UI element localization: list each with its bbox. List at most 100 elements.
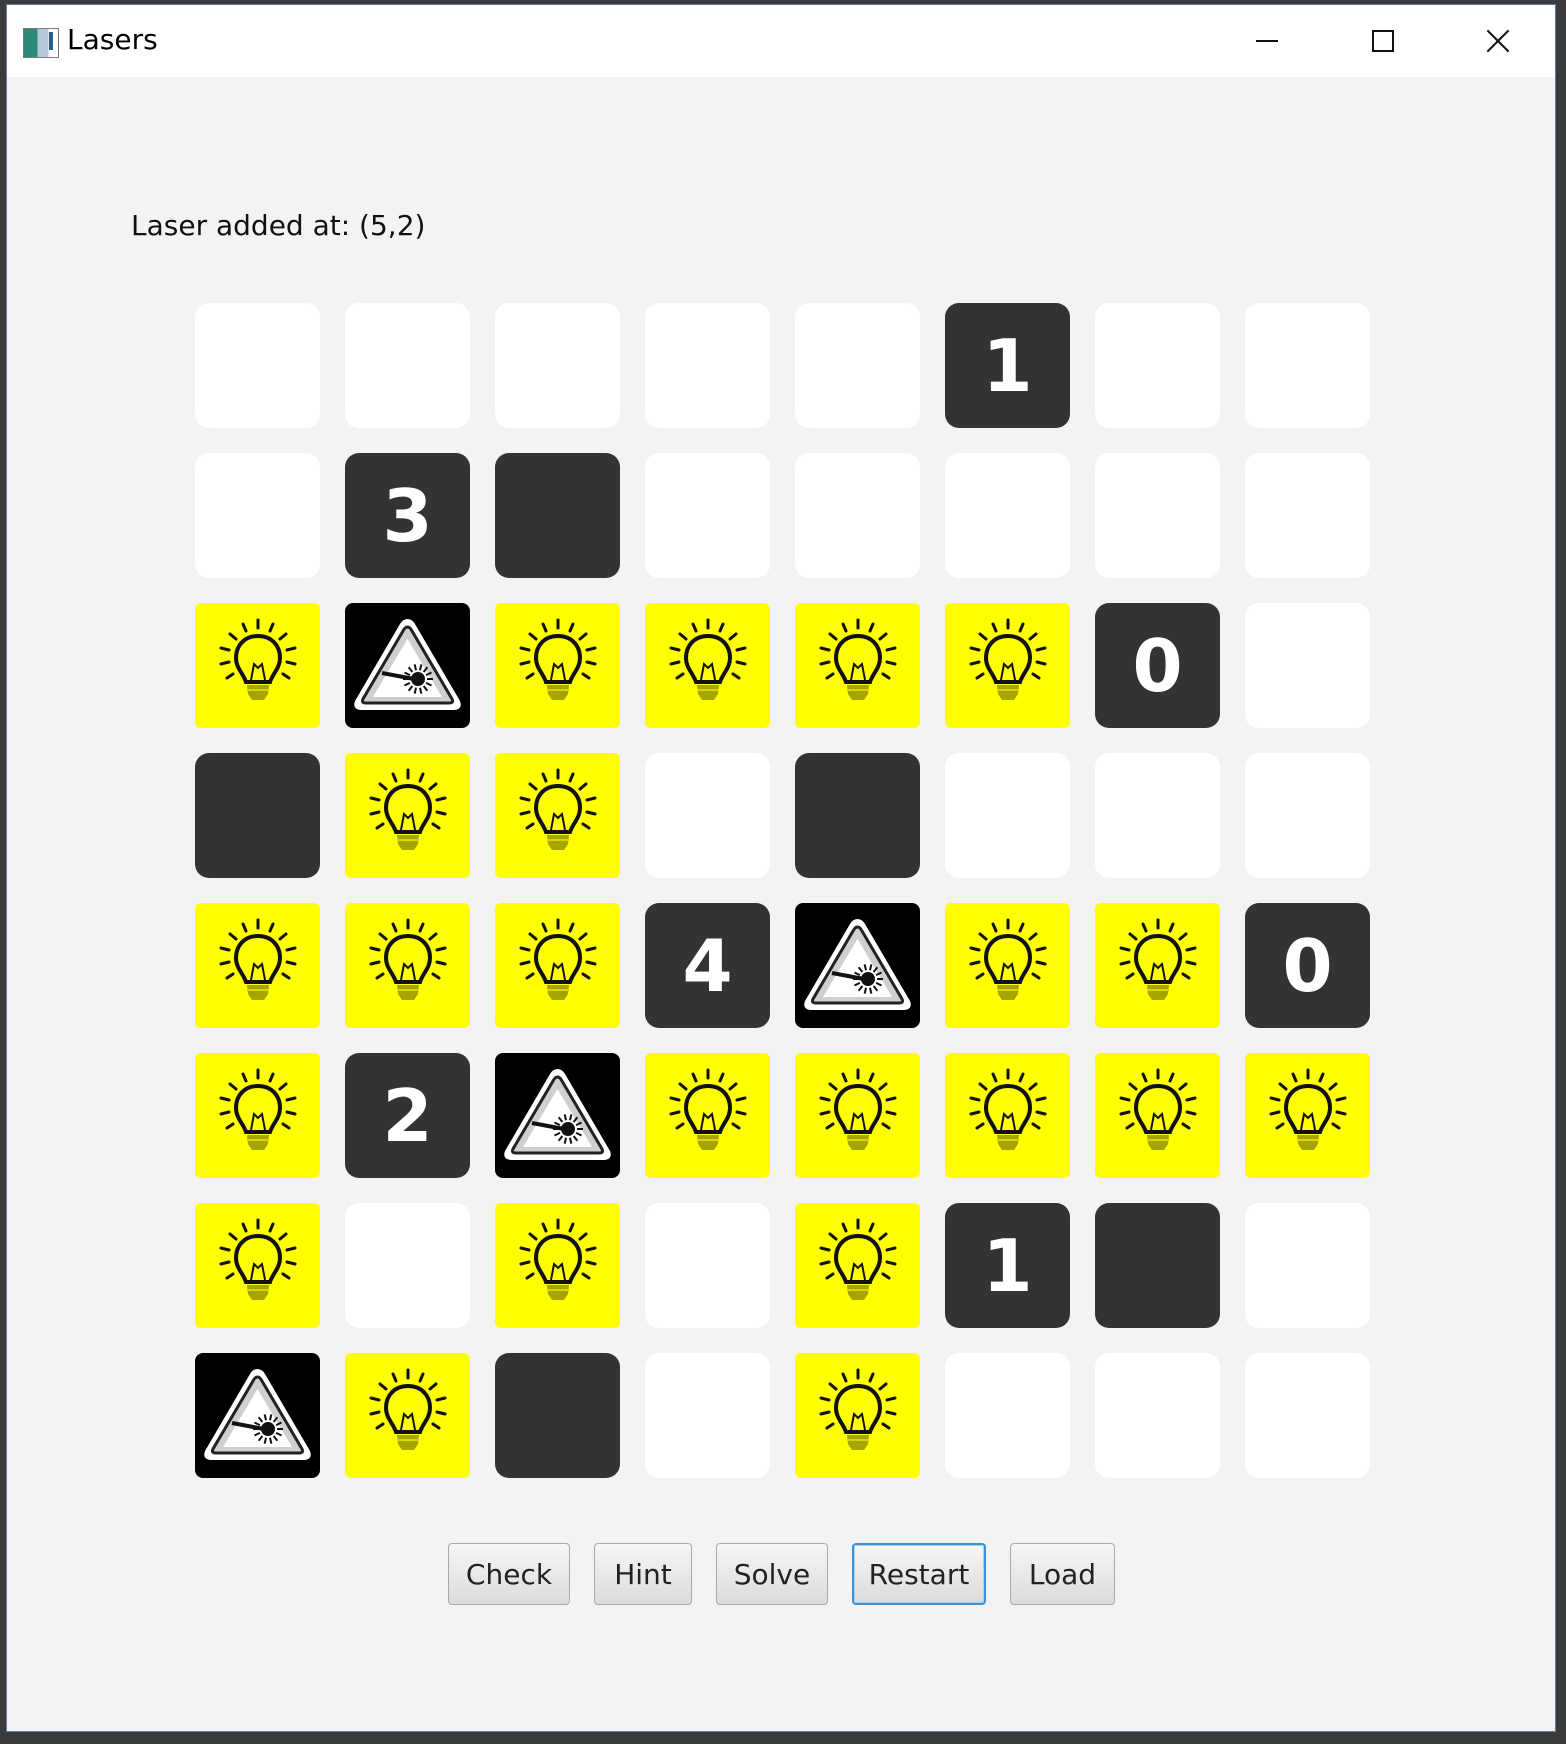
board-cell-beam[interactable] (945, 903, 1070, 1028)
board-cell-beam[interactable] (345, 903, 470, 1028)
board-cell-laser[interactable] (195, 1353, 320, 1478)
lightbulb-beam-icon (819, 1368, 896, 1450)
board-cell-empty[interactable] (645, 1353, 770, 1478)
board-cell-beam[interactable] (495, 753, 620, 878)
board-cell-empty[interactable] (345, 303, 470, 428)
laser-warning-icon (204, 1369, 311, 1460)
board-cell-empty[interactable] (1245, 303, 1370, 428)
board-cell-empty[interactable] (195, 453, 320, 578)
lightbulb-beam-icon (369, 1368, 446, 1450)
board-cell-pillar-numbered[interactable]: 1 (945, 1203, 1070, 1328)
board-cell-beam[interactable] (795, 1353, 920, 1478)
board-cell-empty[interactable] (795, 303, 920, 428)
lightbulb-beam-icon (519, 618, 596, 700)
board-cell-beam[interactable] (495, 1203, 620, 1328)
board-cell-beam[interactable] (645, 1053, 770, 1178)
title-bar[interactable]: Lasers (7, 5, 1555, 77)
board-cell-beam[interactable] (195, 1203, 320, 1328)
lightbulb-beam-icon (819, 618, 896, 700)
board-cell-laser[interactable] (495, 1053, 620, 1178)
board-cell-empty[interactable] (1245, 753, 1370, 878)
board-cell-beam[interactable] (945, 1053, 1070, 1178)
board-cell-beam[interactable] (195, 903, 320, 1028)
board-cell-beam[interactable] (345, 1353, 470, 1478)
board-cell-empty[interactable] (1245, 603, 1370, 728)
board-cell-empty[interactable] (1095, 453, 1220, 578)
board-cell-empty[interactable] (945, 753, 1070, 878)
board-cell-pillar[interactable] (795, 753, 920, 878)
board-cell-beam[interactable] (345, 753, 470, 878)
board-cell-beam[interactable] (495, 903, 620, 1028)
board-cell-empty[interactable] (1095, 303, 1220, 428)
status-message: Laser added at: (5,2) (131, 209, 426, 242)
laser-board: 1 3 0 4 0 2 1 (195, 303, 1370, 1478)
board-cell-pillar-numbered[interactable]: 3 (345, 453, 470, 578)
board-cell-empty[interactable] (945, 1353, 1070, 1478)
board-cell-empty[interactable] (345, 1203, 470, 1328)
board-cell-empty[interactable] (645, 1203, 770, 1328)
pillar-number: 1 (982, 323, 1033, 408)
board-cell-empty[interactable] (1095, 753, 1220, 878)
lightbulb-beam-icon (669, 618, 746, 700)
close-button[interactable] (1443, 5, 1553, 77)
board-cell-beam[interactable] (645, 603, 770, 728)
load-button[interactable]: Load (1010, 1543, 1115, 1605)
solve-button[interactable]: Solve (716, 1543, 828, 1605)
board-cell-beam[interactable] (1245, 1053, 1370, 1178)
board-cell-pillar[interactable] (195, 753, 320, 878)
board-cell-beam[interactable] (945, 603, 1070, 728)
hint-button[interactable]: Hint (594, 1543, 692, 1605)
board-cell-pillar[interactable] (495, 1353, 620, 1478)
minimize-button[interactable] (1212, 5, 1322, 77)
board-cell-laser[interactable] (795, 903, 920, 1028)
board-cell-beam[interactable] (795, 603, 920, 728)
board-cell-pillar-numbered[interactable]: 0 (1095, 603, 1220, 728)
laser-warning-icon (354, 619, 461, 710)
lightbulb-beam-icon (519, 768, 596, 850)
board-cell-pillar-numbered[interactable]: 4 (645, 903, 770, 1028)
button-bar: Check Hint Solve Restart Load (7, 1543, 1555, 1605)
board-cell-beam[interactable] (195, 603, 320, 728)
board-cell-empty[interactable] (1245, 1203, 1370, 1328)
restart-button[interactable]: Restart (852, 1543, 986, 1605)
pillar-number: 3 (382, 473, 433, 558)
lightbulb-beam-icon (219, 618, 296, 700)
board-cell-laser[interactable] (345, 603, 470, 728)
lightbulb-beam-icon (969, 918, 1046, 1000)
lasers-app-icon[interactable] (23, 28, 59, 58)
lightbulb-beam-icon (219, 918, 296, 1000)
board-cell-empty[interactable] (645, 303, 770, 428)
lightbulb-beam-icon (819, 1218, 896, 1300)
board-cell-beam[interactable] (795, 1203, 920, 1328)
board-cell-beam[interactable] (195, 1053, 320, 1178)
board-cell-empty[interactable] (945, 453, 1070, 578)
board-cell-empty[interactable] (795, 453, 920, 578)
lightbulb-beam-icon (1269, 1068, 1346, 1150)
pillar-number: 0 (1282, 923, 1333, 1008)
board-cell-empty[interactable] (1245, 1353, 1370, 1478)
board-cell-empty[interactable] (645, 453, 770, 578)
board-cell-empty[interactable] (645, 753, 770, 878)
lightbulb-beam-icon (369, 918, 446, 1000)
board-cell-pillar[interactable] (495, 453, 620, 578)
board-cell-empty[interactable] (1245, 453, 1370, 578)
lightbulb-beam-icon (219, 1218, 296, 1300)
lightbulb-beam-icon (669, 1068, 746, 1150)
board-cell-empty[interactable] (1095, 1353, 1220, 1478)
board-cell-beam[interactable] (1095, 1053, 1220, 1178)
board-cell-beam[interactable] (795, 1053, 920, 1178)
board-cell-pillar[interactable] (1095, 1203, 1220, 1328)
board-cell-pillar-numbered[interactable]: 2 (345, 1053, 470, 1178)
close-icon (1485, 28, 1511, 54)
pillar-number: 0 (1132, 623, 1183, 708)
maximize-button[interactable] (1328, 5, 1438, 77)
board-cell-empty[interactable] (195, 303, 320, 428)
lightbulb-beam-icon (519, 1218, 596, 1300)
board-cell-empty[interactable] (495, 303, 620, 428)
window-title: Lasers (67, 23, 158, 56)
board-cell-pillar-numbered[interactable]: 1 (945, 303, 1070, 428)
board-cell-beam[interactable] (1095, 903, 1220, 1028)
board-cell-pillar-numbered[interactable]: 0 (1245, 903, 1370, 1028)
board-cell-beam[interactable] (495, 603, 620, 728)
check-button[interactable]: Check (448, 1543, 570, 1605)
